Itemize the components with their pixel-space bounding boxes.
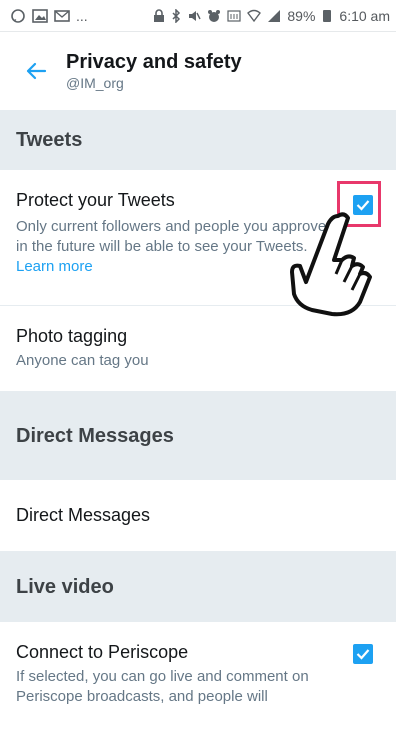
status-left: ... bbox=[10, 8, 88, 24]
app-header: Privacy and safety @IM_org bbox=[0, 32, 396, 110]
hand-pointer-icon bbox=[290, 212, 372, 317]
page-title: Privacy and safety bbox=[66, 51, 242, 73]
signal-icon bbox=[267, 9, 281, 23]
mute-icon bbox=[187, 9, 202, 23]
learn-more-link[interactable]: Learn more bbox=[16, 258, 93, 275]
checkmark-icon bbox=[356, 649, 370, 660]
connect-periscope-checkbox[interactable] bbox=[353, 644, 373, 664]
wifi-icon bbox=[247, 9, 262, 23]
account-handle: @IM_org bbox=[66, 75, 124, 91]
arrow-left-icon bbox=[26, 62, 47, 80]
photo-tagging-row[interactable]: Photo tagging Anyone can tag you bbox=[0, 306, 396, 392]
connect-periscope-title: Connect to Periscope bbox=[16, 642, 189, 662]
section-header-direct-messages: Direct Messages bbox=[0, 392, 396, 480]
protect-tweets-desc-text: Only current followers and people you ap… bbox=[16, 218, 327, 255]
status-right: 89% 6:10 am bbox=[153, 8, 390, 24]
connect-periscope-row[interactable]: Connect to Periscope If selected, you ca… bbox=[0, 622, 396, 742]
lock-icon bbox=[153, 8, 165, 23]
connect-periscope-description: If selected, you can go live and comment… bbox=[16, 668, 309, 705]
back-button[interactable] bbox=[16, 51, 56, 91]
gallery-icon bbox=[32, 8, 48, 23]
protect-tweets-row[interactable]: Protect your Tweets Only current followe… bbox=[0, 170, 396, 317]
direct-messages-row[interactable]: Direct Messages bbox=[0, 480, 396, 552]
battery-percent: 89% bbox=[287, 7, 316, 24]
header-title-block: Privacy and safety @IM_org bbox=[66, 50, 242, 92]
lte-icon bbox=[227, 9, 241, 23]
bluetooth-icon bbox=[171, 8, 181, 23]
direct-messages-title: Direct Messages bbox=[16, 505, 151, 525]
photo-tagging-description: Anyone can tag you bbox=[16, 352, 149, 369]
photo-tagging-title: Photo tagging bbox=[16, 326, 128, 346]
protect-tweets-title: Protect your Tweets bbox=[16, 190, 175, 210]
more-notifications-text: ... bbox=[76, 7, 88, 24]
mail-icon bbox=[54, 9, 70, 23]
clock: 6:10 am bbox=[339, 7, 390, 24]
section-header-live-video: Live video bbox=[0, 552, 396, 622]
status-bar: ... 89% 6:10 am bbox=[0, 0, 396, 32]
section-header-tweets: Tweets bbox=[0, 110, 396, 170]
battery-icon bbox=[323, 9, 332, 22]
whatsapp-icon bbox=[10, 8, 26, 24]
alarm-icon bbox=[207, 9, 221, 23]
